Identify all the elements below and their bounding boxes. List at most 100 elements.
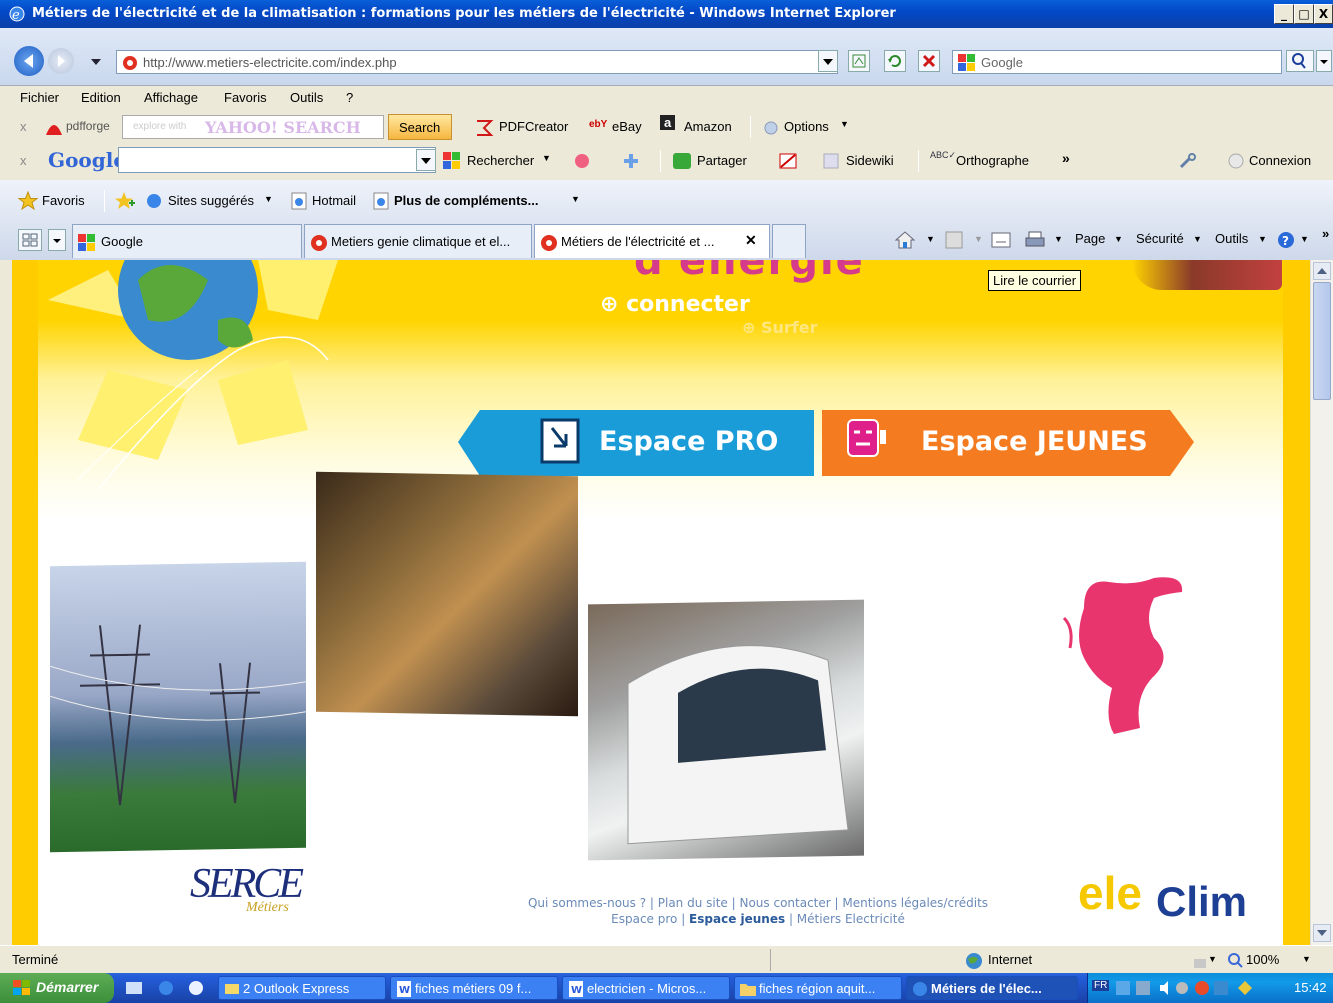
forward-button[interactable]: [48, 48, 74, 74]
close-tab-icon[interactable]: ✕: [745, 232, 757, 249]
ie-quicklaunch-icon[interactable]: [156, 979, 176, 997]
sidewiki-button[interactable]: Sidewiki: [846, 153, 894, 168]
dropdown-icon[interactable]: ▼: [926, 234, 935, 244]
stop-button[interactable]: [918, 50, 940, 72]
footer-link-about[interactable]: Qui sommes-nous ?: [528, 896, 646, 910]
task-fiches-region[interactable]: fiches région aquit...: [734, 976, 902, 1000]
task-fiches-metiers[interactable]: W fiches métiers 09 f...: [390, 976, 558, 1000]
task-outlook-express[interactable]: 2 Outlook Express: [218, 976, 386, 1000]
close-toolbar-icon[interactable]: x: [20, 119, 27, 134]
dropdown-icon[interactable]: ▼: [1302, 954, 1311, 964]
yahoo-search-input[interactable]: explore with YAHOO! SEARCH: [122, 115, 384, 139]
task-metiers-ie[interactable]: Métiers de l'élec...: [906, 976, 1078, 1000]
maximize-button[interactable]: □: [1294, 4, 1314, 24]
dropdown-icon[interactable]: ▼: [1300, 234, 1309, 244]
search-options-button[interactable]: [1316, 50, 1332, 72]
dropdown-icon[interactable]: ▼: [1114, 234, 1123, 244]
scroll-thumb[interactable]: [1313, 282, 1331, 400]
search-go-button[interactable]: [1286, 50, 1314, 72]
menu-help[interactable]: ?: [346, 90, 353, 105]
close-button[interactable]: X: [1314, 4, 1333, 24]
scroll-down-button[interactable]: [1313, 924, 1331, 942]
wrench-icon[interactable]: [1178, 152, 1198, 170]
connexion-button[interactable]: Connexion: [1249, 153, 1311, 168]
vertical-scrollbar[interactable]: [1310, 260, 1333, 945]
security-menu[interactable]: Sécurité: [1136, 231, 1184, 246]
google-search-input[interactable]: [118, 147, 436, 173]
url-dropdown-button[interactable]: [818, 50, 838, 72]
footer-link-metiers[interactable]: Métiers Electricité: [797, 912, 905, 926]
dropdown-icon[interactable]: ▼: [1193, 234, 1202, 244]
menu-outils[interactable]: Outils: [290, 90, 323, 105]
compat-view-button[interactable]: [848, 50, 870, 72]
tab-google[interactable]: Google: [72, 224, 302, 258]
tab-metiers-genie[interactable]: Metiers genie climatique et el...: [304, 224, 532, 258]
read-mail-icon[interactable]: [990, 230, 1012, 250]
suggested-sites-link[interactable]: Sites suggérés: [168, 193, 254, 208]
dropdown-icon[interactable]: ▼: [974, 234, 983, 244]
pdfcreator-link[interactable]: PDFCreator: [499, 119, 568, 134]
home-icon[interactable]: [894, 230, 916, 250]
tab-metiers-electricite[interactable]: Métiers de l'électricité et ... ✕: [534, 224, 770, 258]
ebay-link[interactable]: eBay: [612, 119, 642, 134]
hotmail-link[interactable]: Hotmail: [312, 193, 356, 208]
orthographe-button[interactable]: Orthographe: [956, 153, 1029, 168]
dropdown-icon[interactable]: ▼: [1258, 234, 1267, 244]
footer-link-contact[interactable]: Nous contacter: [739, 896, 830, 910]
back-button[interactable]: [14, 46, 44, 76]
dropdown-icon[interactable]: ▼: [1054, 234, 1063, 244]
new-tab-button[interactable]: [772, 224, 806, 258]
more-chevron-icon[interactable]: »: [1322, 226, 1329, 241]
protected-mode-icon[interactable]: [1190, 951, 1210, 971]
surfer-link[interactable]: ⊕ Surfer: [742, 318, 818, 337]
tray-icons[interactable]: [1116, 979, 1296, 997]
partager-button[interactable]: Partager: [697, 153, 747, 168]
tab-list-button[interactable]: [48, 229, 66, 251]
tools-menu[interactable]: Outils: [1215, 231, 1248, 246]
media-quicklaunch-icon[interactable]: [186, 979, 206, 997]
task-electricien[interactable]: W electricien - Micros...: [562, 976, 730, 1000]
language-indicator[interactable]: FR: [1092, 980, 1110, 991]
footer-link-espace-pro[interactable]: Espace pro: [611, 912, 677, 926]
google-history-dropdown[interactable]: [416, 149, 436, 171]
menu-affichage[interactable]: Affichage: [144, 90, 198, 105]
add-favorite-icon[interactable]: [114, 191, 136, 211]
quick-tabs-button[interactable]: [18, 229, 42, 251]
more-chevron-icon[interactable]: »: [1062, 150, 1070, 166]
scroll-up-button[interactable]: [1313, 262, 1331, 280]
amazon-link[interactable]: Amazon: [684, 119, 732, 134]
search-input[interactable]: Google: [952, 50, 1282, 74]
favorites-button[interactable]: Favoris: [42, 193, 85, 208]
url-field[interactable]: http://www.metiers-electricite.com/index…: [116, 50, 838, 74]
options-menu[interactable]: Options: [784, 119, 829, 134]
menu-favoris[interactable]: Favoris: [224, 90, 267, 105]
help-icon[interactable]: ?: [1276, 230, 1296, 250]
zoom-level[interactable]: 100%: [1246, 952, 1279, 967]
footer-link-legal[interactable]: Mentions légales/crédits: [842, 896, 988, 910]
menu-edition[interactable]: Edition: [81, 90, 121, 105]
refresh-button[interactable]: [884, 50, 906, 72]
plus-button-icon[interactable]: [620, 152, 642, 170]
connect-link[interactable]: ⊕ connecter: [600, 292, 750, 317]
menu-fichier[interactable]: Fichier: [20, 90, 59, 105]
dropdown-icon[interactable]: ▼: [264, 194, 273, 204]
yahoo-search-button[interactable]: Search: [388, 114, 452, 140]
close-toolbar-icon[interactable]: x: [20, 153, 27, 168]
dropdown-icon[interactable]: ▼: [1208, 954, 1217, 964]
minimize-button[interactable]: _: [1274, 4, 1294, 24]
footer-link-espace-jeunes[interactable]: Espace jeunes: [689, 912, 785, 926]
start-button[interactable]: Démarrer: [0, 973, 114, 1003]
more-addons-link[interactable]: Plus de compléments...: [394, 193, 539, 208]
rechercher-button[interactable]: Rechercher: [467, 153, 534, 168]
dropdown-icon[interactable]: ▼: [542, 153, 551, 163]
print-icon[interactable]: [1024, 230, 1046, 250]
history-dropdown-icon[interactable]: [90, 58, 102, 66]
bookmark-star-icon[interactable]: [572, 152, 596, 170]
footer-link-sitemap[interactable]: Plan du site: [658, 896, 728, 910]
dropdown-icon[interactable]: ▼: [571, 194, 580, 204]
feeds-icon[interactable]: [944, 230, 964, 250]
dropdown-icon[interactable]: ▼: [840, 119, 849, 129]
show-desktop-icon[interactable]: [124, 979, 144, 997]
popup-blocker-icon[interactable]: [778, 152, 800, 170]
page-menu[interactable]: Page: [1075, 231, 1105, 246]
